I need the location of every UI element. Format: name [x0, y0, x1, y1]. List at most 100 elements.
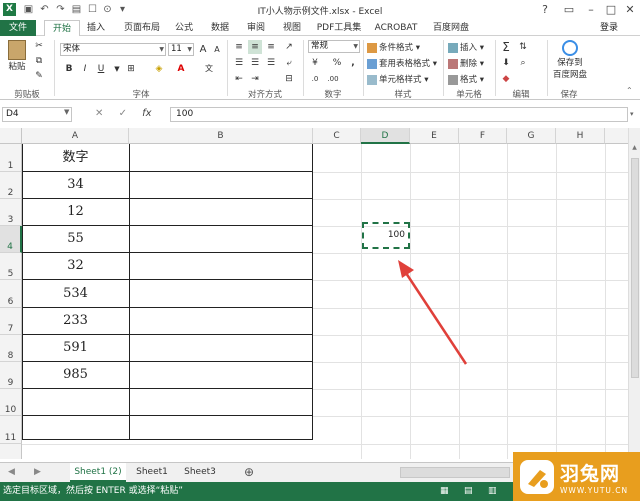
cell-a4[interactable]: 55 — [22, 226, 129, 252]
sheet-next-icon[interactable]: ▶ — [34, 463, 41, 482]
expand-formula-icon[interactable]: ▾ — [630, 110, 634, 118]
phonetic-icon[interactable]: 文 — [202, 62, 216, 76]
cut-icon[interactable]: ✂ — [32, 39, 46, 53]
cell-d4-copy-marquee[interactable]: 100 — [362, 222, 410, 249]
tab-file[interactable]: 文件 — [0, 20, 36, 36]
cell-styles-button[interactable]: 单元格样式 ▾ — [367, 73, 428, 85]
cell-a1[interactable]: 数字 — [22, 144, 129, 171]
align-left-icon[interactable]: ☰ — [232, 56, 246, 70]
tab-insert[interactable]: 插入 — [82, 20, 110, 36]
row-header-8[interactable]: 8 — [0, 335, 22, 362]
align-top-icon[interactable]: ≡ — [232, 40, 246, 54]
save-to-baidu-button[interactable]: 保存到 百度网盘 — [550, 40, 590, 80]
row-header-1[interactable]: 1 — [0, 144, 22, 172]
delete-cells-button[interactable]: 删除 ▾ — [448, 57, 484, 69]
tab-acrobat[interactable]: ACROBAT — [372, 20, 420, 36]
insert-cells-button[interactable]: 插入 ▾ — [448, 41, 484, 53]
increase-indent-icon[interactable]: ⇥ — [248, 72, 262, 86]
row-header-6[interactable]: 6 — [0, 280, 22, 308]
insert-function-button[interactable]: fx — [142, 108, 151, 119]
tab-baidu-netdisk[interactable]: 百度网盘 — [428, 20, 474, 36]
tab-page-layout[interactable]: 页面布局 — [118, 20, 166, 36]
fill-color-icon[interactable]: ◈ — [152, 62, 166, 76]
conditional-format-button[interactable]: 条件格式 ▾ — [367, 41, 420, 53]
row-header-11[interactable]: 11 — [0, 416, 22, 444]
add-sheet-icon[interactable]: ⊕ — [244, 463, 254, 482]
font-size-combo[interactable]: 11 ▼ — [168, 43, 194, 56]
sheet-prev-icon[interactable]: ◀ — [8, 463, 15, 482]
row-header-10[interactable]: 10 — [0, 389, 22, 416]
cell-a3[interactable]: 12 — [22, 199, 129, 225]
column-header-f[interactable]: F — [459, 128, 507, 144]
scroll-up-icon[interactable]: ▲ — [630, 144, 639, 151]
login-link[interactable]: 登录 — [600, 20, 618, 36]
bold-button[interactable]: B — [62, 62, 76, 76]
name-box[interactable]: D4 — [2, 107, 72, 122]
tab-view[interactable]: 视图 — [278, 20, 306, 36]
sheet-tab-sheet1[interactable]: Sheet1 — [130, 463, 174, 482]
row-header-2[interactable]: 2 — [0, 172, 22, 199]
column-header-d[interactable]: D — [361, 128, 410, 144]
copy-icon[interactable]: ⧉ — [32, 54, 46, 68]
cell-a7[interactable]: 233 — [22, 308, 129, 334]
cell-a5[interactable]: 32 — [22, 253, 129, 279]
formula-input[interactable]: 100 — [170, 107, 628, 122]
tab-review[interactable]: 审阅 — [242, 20, 270, 36]
cell-a6[interactable]: 534 — [22, 280, 129, 307]
column-header-a[interactable]: A — [22, 128, 129, 144]
page-layout-view-icon[interactable]: ▤ — [464, 482, 473, 501]
merge-center-icon[interactable]: ⊟ — [282, 72, 296, 86]
page-break-view-icon[interactable]: ▥ — [488, 482, 497, 501]
decrease-decimal-icon[interactable]: .00 — [326, 72, 340, 86]
paste-button[interactable]: 粘贴 — [6, 40, 28, 72]
name-box-dropdown-icon[interactable]: ▼ — [64, 108, 69, 116]
align-middle-icon[interactable]: ≡ — [248, 40, 262, 54]
close-button[interactable]: ✕ — [617, 2, 640, 18]
wrap-text-icon[interactable]: ⤶ — [282, 56, 296, 70]
align-right-icon[interactable]: ☰ — [264, 56, 278, 70]
cell-a2[interactable]: 34 — [22, 172, 129, 198]
row-header-4[interactable]: 4 — [0, 226, 22, 253]
align-center-icon[interactable]: ☰ — [248, 56, 262, 70]
cell-a11[interactable] — [22, 416, 129, 439]
underline-button[interactable]: U — [94, 62, 108, 76]
row-header-3[interactable]: 3 — [0, 199, 22, 226]
row-header-9[interactable]: 9 — [0, 362, 22, 389]
increase-decimal-icon[interactable]: .0 — [308, 72, 322, 86]
percent-button[interactable]: % — [330, 56, 344, 70]
italic-button[interactable]: I — [78, 62, 92, 76]
tab-pdf-tools[interactable]: PDF工具集 — [314, 20, 364, 36]
scroll-thumb[interactable] — [631, 158, 639, 378]
column-header-h[interactable]: H — [556, 128, 605, 144]
font-name-combo[interactable]: 宋体 ▼ — [60, 43, 166, 56]
enter-icon[interactable]: ✓ — [119, 108, 127, 119]
normal-view-icon[interactable]: ▦ — [440, 482, 449, 501]
clear-icon[interactable]: ◆ — [499, 72, 513, 86]
shrink-font-icon[interactable]: A — [210, 43, 224, 57]
autosum-button[interactable]: Σ — [499, 40, 513, 54]
column-header-g[interactable]: G — [507, 128, 556, 144]
cell-a9[interactable]: 985 — [22, 362, 129, 388]
orientation-icon[interactable]: ↗ — [282, 40, 296, 54]
worksheet-grid[interactable]: A B C D E F G H 1 2 3 4 5 6 7 8 9 10 11 … — [0, 128, 628, 459]
currency-icon[interactable]: ¥ — [308, 56, 322, 70]
horizontal-scrollbar[interactable] — [400, 467, 510, 478]
sheet-tab-sheet3[interactable]: Sheet3 — [178, 463, 222, 482]
grow-font-icon[interactable]: A — [196, 43, 210, 57]
cell-a10[interactable] — [22, 389, 129, 415]
column-header-e[interactable]: E — [410, 128, 459, 144]
number-format-combo[interactable]: 常规 ▼ — [308, 40, 360, 53]
align-bottom-icon[interactable]: ≡ — [264, 40, 278, 54]
column-header-b[interactable]: B — [129, 128, 313, 144]
format-painter-icon[interactable]: ✎ — [32, 69, 46, 83]
tab-home[interactable]: 开始 — [44, 20, 80, 37]
help-icon[interactable]: ? — [532, 2, 558, 18]
row-header-5[interactable]: 5 — [0, 253, 22, 280]
tab-data[interactable]: 数据 — [206, 20, 234, 36]
borders-icon[interactable]: ⊞ — [124, 62, 138, 76]
tab-formulas[interactable]: 公式 — [170, 20, 198, 36]
cell-a8[interactable]: 591 — [22, 335, 129, 361]
vertical-scrollbar[interactable]: ▲ — [628, 128, 640, 459]
fill-icon[interactable]: ⬇ — [499, 56, 513, 70]
format-cells-button[interactable]: 格式 ▾ — [448, 73, 484, 85]
